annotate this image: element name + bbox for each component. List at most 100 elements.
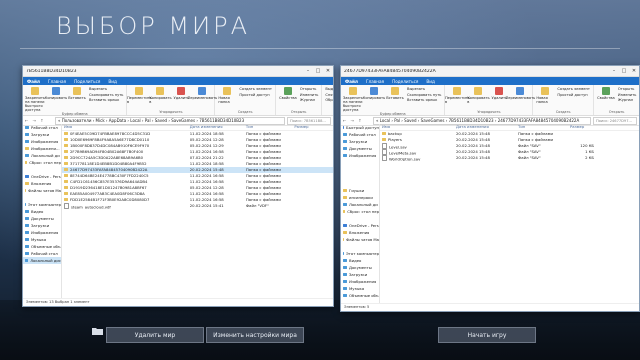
open-small-item[interactable]: Журнал (300, 98, 318, 102)
folder-icon[interactable] (92, 327, 103, 335)
nav-item[interactable]: Файлы чатов Мa (23, 187, 61, 194)
nav-item[interactable]: Локальный ди (341, 201, 379, 208)
explorer-window-world[interactable]: 24677D97433FAFA84845704090B2422A – □ ✕ Ф… (340, 65, 640, 312)
paste-button[interactable]: Вставить (68, 87, 86, 112)
nav-item[interactable]: Документы (341, 145, 379, 152)
nav-item[interactable]: Загрузки (341, 271, 379, 278)
new-small-item[interactable]: Создать элемент (239, 87, 272, 91)
nav-item[interactable]: Изображени... (23, 145, 61, 152)
change-world-settings-button[interactable]: Изменить настройки мира (206, 327, 304, 343)
delete-world-button[interactable]: Удалить мир (106, 327, 204, 343)
tab-2[interactable]: Поделиться (388, 79, 422, 84)
pin-button[interactable]: Закрепить на панели быстрого доступа (25, 87, 45, 112)
pin-button[interactable]: Закрепить на панели быстрого доступа (343, 87, 363, 112)
start-game-button[interactable]: Начать игру (438, 327, 536, 343)
nav-item[interactable]: OneDrive - Pers (23, 173, 61, 180)
clipboard-small-item[interactable]: Вырезать (407, 87, 441, 91)
copy-button[interactable]: Копировать (363, 87, 385, 112)
clipboard-small-item[interactable]: Вставить ярлык (89, 98, 123, 102)
nav-item[interactable]: Файлы чатов Ма (341, 236, 379, 243)
nav-item[interactable]: Гиушки (341, 187, 379, 194)
nav-item[interactable]: Рабочий стол (341, 131, 379, 138)
nav-item[interactable]: Локальный ди (23, 152, 61, 159)
nav-item[interactable]: инсинераки (341, 194, 379, 201)
nav-item[interactable]: Объемные объ (341, 292, 379, 299)
nav-item[interactable]: Локальный дис (23, 257, 61, 264)
copy-to-button[interactable]: Копировать в (149, 87, 172, 104)
copy-to-button[interactable]: Копировать в (467, 87, 490, 104)
properties-button[interactable]: Свойства (279, 87, 297, 102)
move-button[interactable]: Переместить в (445, 87, 470, 104)
column-header[interactable]: Имя (380, 124, 454, 130)
new-folder-button[interactable]: Новая папка (536, 87, 554, 104)
nav-item[interactable]: Этот компьютер (341, 250, 379, 257)
move-button[interactable]: Переместить в (127, 87, 152, 104)
tab-0[interactable]: Файл (341, 78, 362, 84)
paste-button[interactable]: Вставить (386, 87, 404, 112)
nav-item[interactable]: Документы (341, 264, 379, 271)
window-titlebar[interactable]: 24677D97433FAFA84845704090B2422A – □ ✕ (341, 66, 639, 77)
open-small-item[interactable]: Открыть (618, 87, 636, 91)
nav-item[interactable]: Этот компьютер (23, 201, 61, 208)
column-header[interactable]: Имя (62, 124, 188, 130)
nav-item[interactable]: OneDrive - Pers (341, 222, 379, 229)
open-small-item[interactable]: Открыть (300, 87, 318, 91)
nav-item[interactable]: Быстрый доступ (341, 124, 379, 131)
minimize-icon[interactable]: – (609, 68, 619, 74)
nav-item[interactable]: Вложения (341, 229, 379, 236)
open-small-item[interactable]: Изменить (300, 93, 318, 97)
file-row[interactable]: WorldOption.sav 20.02.2024 15:48 Файл "SAV… (380, 155, 639, 161)
nav-arrows-icon[interactable]: ← → ↑ (341, 118, 373, 123)
nav-item[interactable]: Изображения (23, 138, 61, 145)
tab-1[interactable]: Главная (44, 79, 70, 84)
tab-3[interactable]: Вид (104, 79, 121, 84)
nav-item[interactable]: Вложения (23, 180, 61, 187)
nav-item[interactable]: Изображения (23, 229, 61, 236)
column-header[interactable]: Размер (568, 124, 594, 130)
window-titlebar[interactable]: 7B5611B8D34D10B23 – □ ✕ (23, 66, 333, 77)
nav-item[interactable]: Изображения (341, 152, 379, 159)
clipboard-small-item[interactable]: Вставить ярлык (407, 98, 441, 102)
column-header[interactable]: Тип (516, 124, 568, 130)
file-row[interactable]: steam_autocloud.vdf 20.02.2024 15:41 Файл … (62, 203, 333, 209)
nav-item[interactable]: Загрузки (23, 222, 61, 229)
nav-item[interactable]: Загрузки (341, 138, 379, 145)
column-header[interactable]: Дата изменения (454, 124, 516, 130)
nav-item[interactable]: Видео (23, 208, 61, 215)
copy-button[interactable]: Копировать (45, 87, 67, 112)
explorer-window-savegames[interactable]: 7B5611B8D34D10B23 – □ ✕ Файл Главная Подел… (22, 65, 334, 307)
close-icon[interactable]: ✕ (629, 68, 639, 74)
properties-button[interactable]: Свойства (597, 87, 615, 102)
rename-button[interactable]: Переименовать (506, 87, 535, 104)
nav-item[interactable]: Видео (341, 257, 379, 264)
select-small-item[interactable]: Обратить выделение (325, 98, 333, 102)
nav-item[interactable]: Музыка (23, 236, 61, 243)
column-header[interactable]: Размер (292, 124, 333, 130)
nav-item[interactable]: Сброс: стол пер (341, 208, 379, 215)
tab-0[interactable]: Файл (23, 78, 44, 84)
open-small-item[interactable]: Изменить (618, 93, 636, 97)
clipboard-small-item[interactable]: Скопировать путь (89, 93, 123, 97)
new-small-item[interactable]: Простой доступ (557, 93, 590, 97)
select-small-item[interactable]: Выделить все (325, 87, 333, 91)
clipboard-small-item[interactable]: Скопировать путь (407, 93, 441, 97)
close-icon[interactable]: ✕ (323, 68, 333, 74)
column-header[interactable]: Дата изменения (188, 124, 244, 130)
open-small-item[interactable]: Журнал (618, 98, 636, 102)
tab-3[interactable]: Вид (422, 79, 439, 84)
select-small-item[interactable]: Снять выделение (325, 93, 333, 97)
nav-item[interactable]: Сброс: стол пер (23, 159, 61, 166)
nav-item[interactable]: Загрузки (23, 131, 61, 138)
tab-2[interactable]: Поделиться (70, 79, 104, 84)
nav-item[interactable]: Документы (23, 215, 61, 222)
clipboard-small-item[interactable]: Вырезать (89, 87, 123, 91)
minimize-icon[interactable]: – (303, 68, 313, 74)
nav-item[interactable]: Рабочий стол (23, 124, 61, 131)
new-folder-button[interactable]: Новая папка (218, 87, 236, 104)
maximize-icon[interactable]: □ (619, 68, 629, 74)
rename-button[interactable]: Переименовать (188, 87, 217, 104)
nav-arrows-icon[interactable]: ← → ↑ (23, 118, 55, 123)
nav-item[interactable]: Рабочий стол (23, 250, 61, 257)
new-small-item[interactable]: Простой доступ (239, 93, 272, 97)
maximize-icon[interactable]: □ (313, 68, 323, 74)
